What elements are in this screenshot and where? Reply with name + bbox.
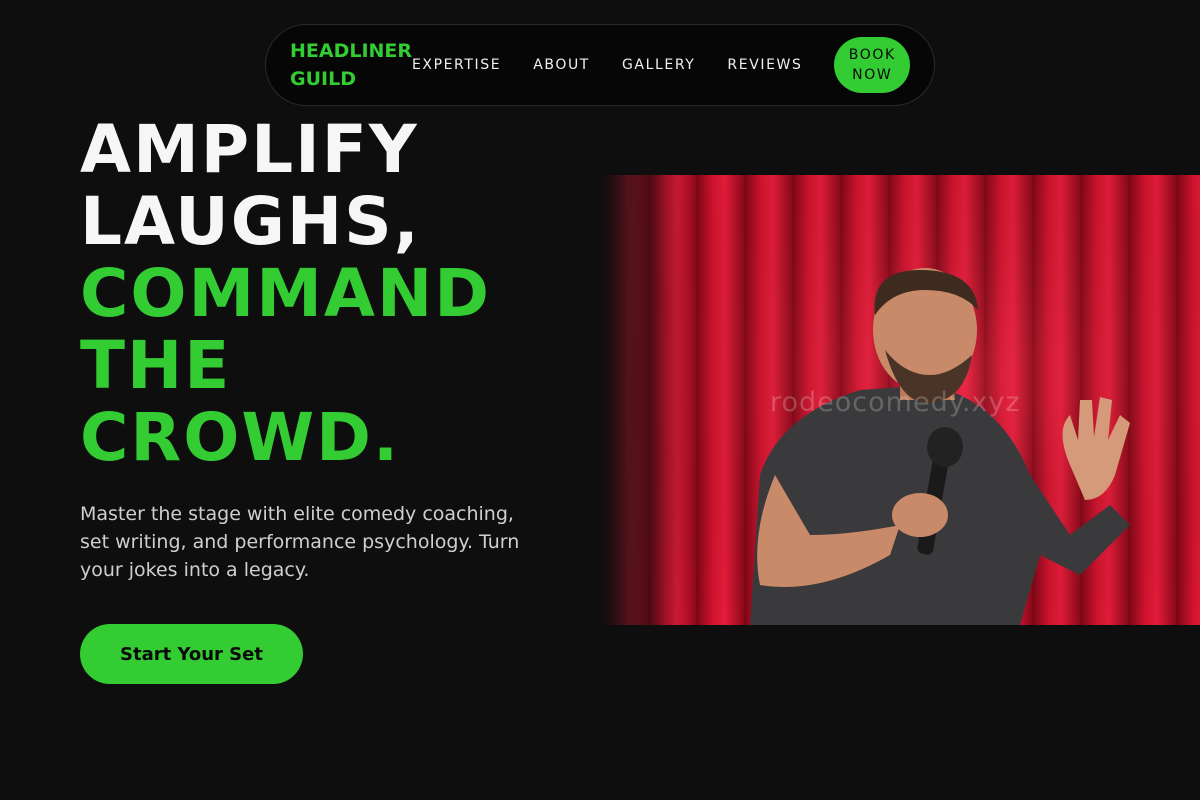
book-now-button[interactable]: BOOK NOW bbox=[834, 37, 910, 93]
hero-title-line-1: AMPLIFY bbox=[80, 111, 419, 188]
image-watermark: rodeocomedy.xyz bbox=[770, 387, 1021, 418]
hero-title-line-5: CROWD. bbox=[80, 399, 401, 476]
brand-line-1: HEADLINER bbox=[290, 40, 413, 62]
hero-title: AMPLIFY LAUGHS, COMMAND THE CROWD. bbox=[80, 114, 600, 474]
nav-link-gallery[interactable]: GALLERY bbox=[622, 57, 695, 73]
hero-title-line-3: COMMAND bbox=[80, 255, 491, 332]
nav-link-expertise[interactable]: EXPERTISE bbox=[412, 57, 501, 73]
hero-title-line-4: THE bbox=[80, 327, 232, 404]
start-your-set-button[interactable]: Start Your Set bbox=[80, 624, 303, 684]
hero-subtitle: Master the stage with elite comedy coach… bbox=[80, 503, 520, 581]
hero-title-line-2: LAUGHS, bbox=[80, 183, 421, 260]
nav-link-about[interactable]: ABOUT bbox=[533, 57, 590, 73]
nav-link-reviews[interactable]: REVIEWS bbox=[727, 57, 802, 73]
hero-image-comedian: rodeocomedy.xyz bbox=[600, 175, 1200, 625]
brand-logo[interactable]: HEADLINER GUILD bbox=[290, 37, 414, 93]
book-now-line-1: BOOK bbox=[848, 47, 896, 63]
image-fade-overlay bbox=[600, 175, 690, 625]
landing-page: HEADLINER GUILD EXPERTISE ABOUT GALLERY … bbox=[0, 0, 1200, 800]
nav-links: EXPERTISE ABOUT GALLERY REVIEWS bbox=[412, 57, 835, 73]
brand-line-2: GUILD bbox=[290, 68, 356, 90]
book-now-line-2: NOW bbox=[852, 67, 893, 83]
top-navbar: HEADLINER GUILD EXPERTISE ABOUT GALLERY … bbox=[265, 24, 935, 106]
